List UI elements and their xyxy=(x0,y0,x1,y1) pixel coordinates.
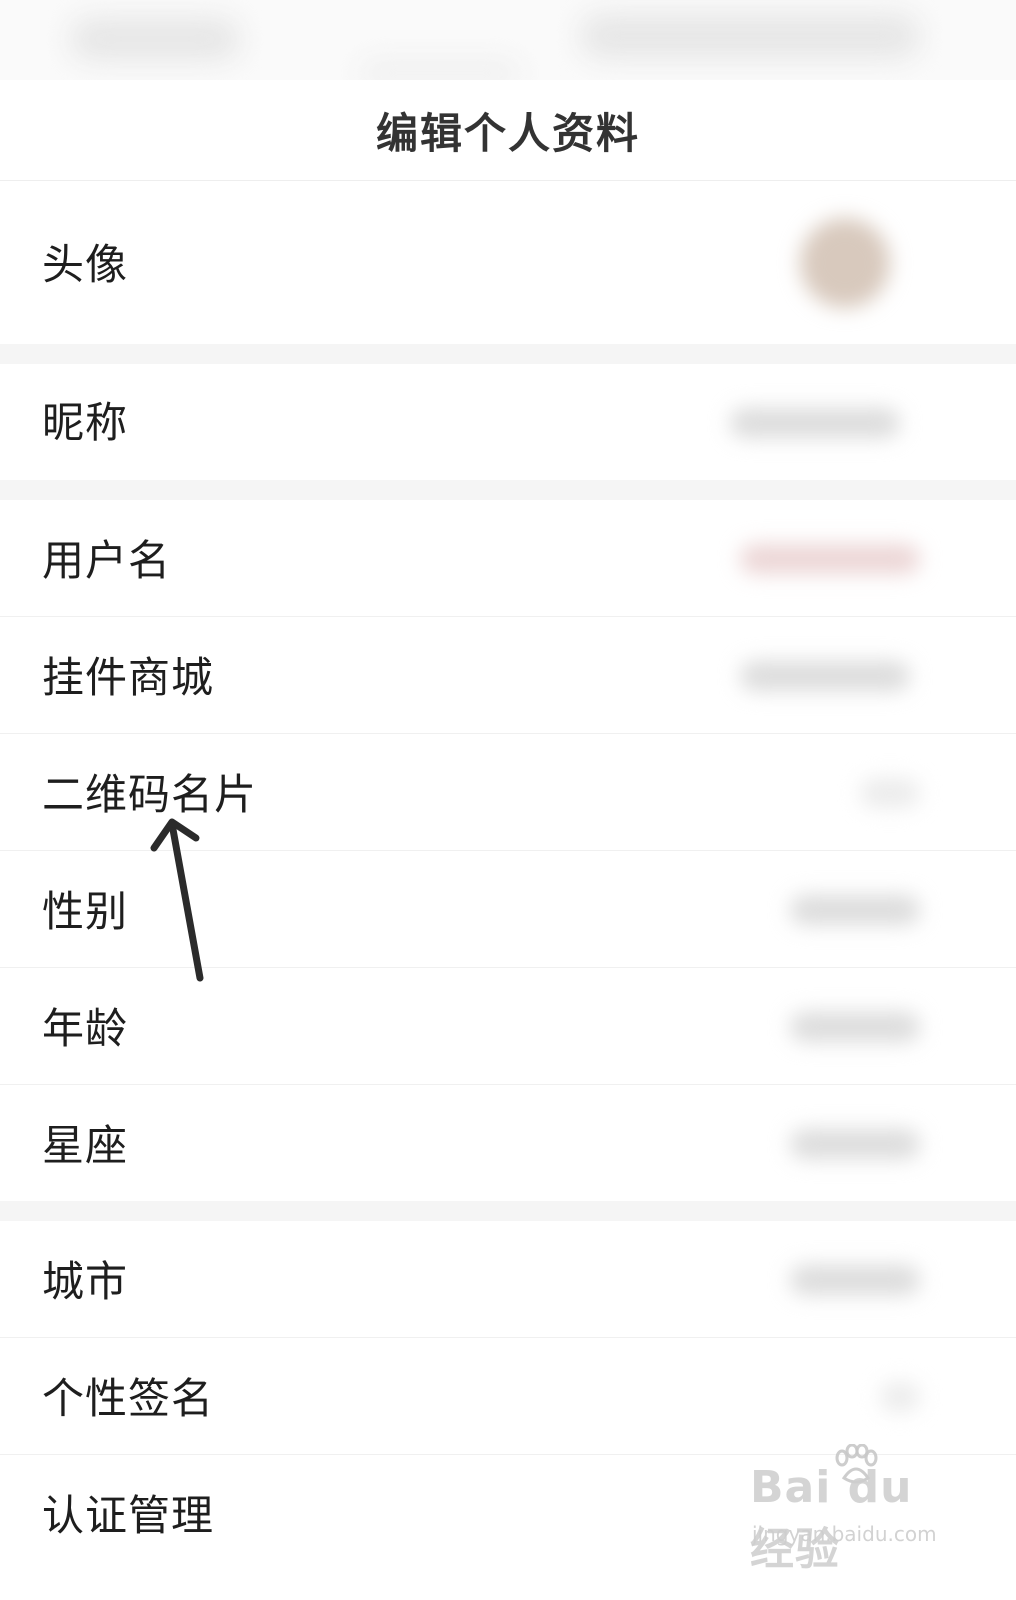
row-constellation-value-blur xyxy=(790,1129,920,1159)
status-bar-time-blur xyxy=(70,18,240,60)
avatar[interactable] xyxy=(800,218,890,308)
row-verification-label: 认证管理 xyxy=(42,1491,215,1540)
watermark-logo-text: Bai du 经验 xyxy=(750,1462,913,1575)
status-bar-indicators-blur xyxy=(580,14,920,58)
row-city-label: 城市 xyxy=(42,1257,129,1306)
row-username-value-blur xyxy=(740,544,920,574)
row-qr-card-value-blur xyxy=(860,778,920,808)
row-username-label: 用户名 xyxy=(42,536,172,585)
section-gap-3 xyxy=(0,1201,1016,1221)
row-signature-value-blur xyxy=(880,1382,920,1412)
row-signature[interactable]: 个性签名 xyxy=(0,1338,1016,1454)
row-avatar[interactable]: 头像 xyxy=(0,182,1016,344)
row-age-value-blur xyxy=(790,1012,920,1042)
row-pendant-store-value-blur xyxy=(740,661,910,691)
row-gender-value-blur xyxy=(790,895,920,925)
page-header: 编辑个人资料 xyxy=(0,80,1016,181)
row-signature-label: 个性签名 xyxy=(42,1374,215,1423)
watermark-url-text: jingyan.baidu.com xyxy=(752,1522,937,1546)
row-pendant-store[interactable]: 挂件商城 xyxy=(0,617,1016,733)
baidu-watermark: Bai du 经验 jingyan.baidu.com xyxy=(750,1444,960,1575)
row-nickname[interactable]: 昵称 xyxy=(0,364,1016,480)
row-pendant-store-label: 挂件商城 xyxy=(42,653,215,702)
section-gap-1 xyxy=(0,344,1016,364)
section-gap-2 xyxy=(0,480,1016,500)
row-city[interactable]: 城市 xyxy=(0,1221,1016,1337)
arrow-up-icon xyxy=(150,818,204,982)
row-city-value-blur xyxy=(790,1265,920,1295)
row-constellation-label: 星座 xyxy=(42,1121,129,1170)
status-bar xyxy=(0,0,1016,84)
row-avatar-label: 头像 xyxy=(42,240,129,289)
row-age-label: 年龄 xyxy=(42,1004,129,1053)
row-nickname-label: 昵称 xyxy=(42,398,129,447)
page-title: 编辑个人资料 xyxy=(375,109,640,158)
row-nickname-value-blur xyxy=(730,408,900,438)
row-constellation[interactable]: 星座 xyxy=(0,1085,1016,1201)
row-username[interactable]: 用户名 xyxy=(0,500,1016,616)
row-gender-label: 性别 xyxy=(42,887,129,936)
